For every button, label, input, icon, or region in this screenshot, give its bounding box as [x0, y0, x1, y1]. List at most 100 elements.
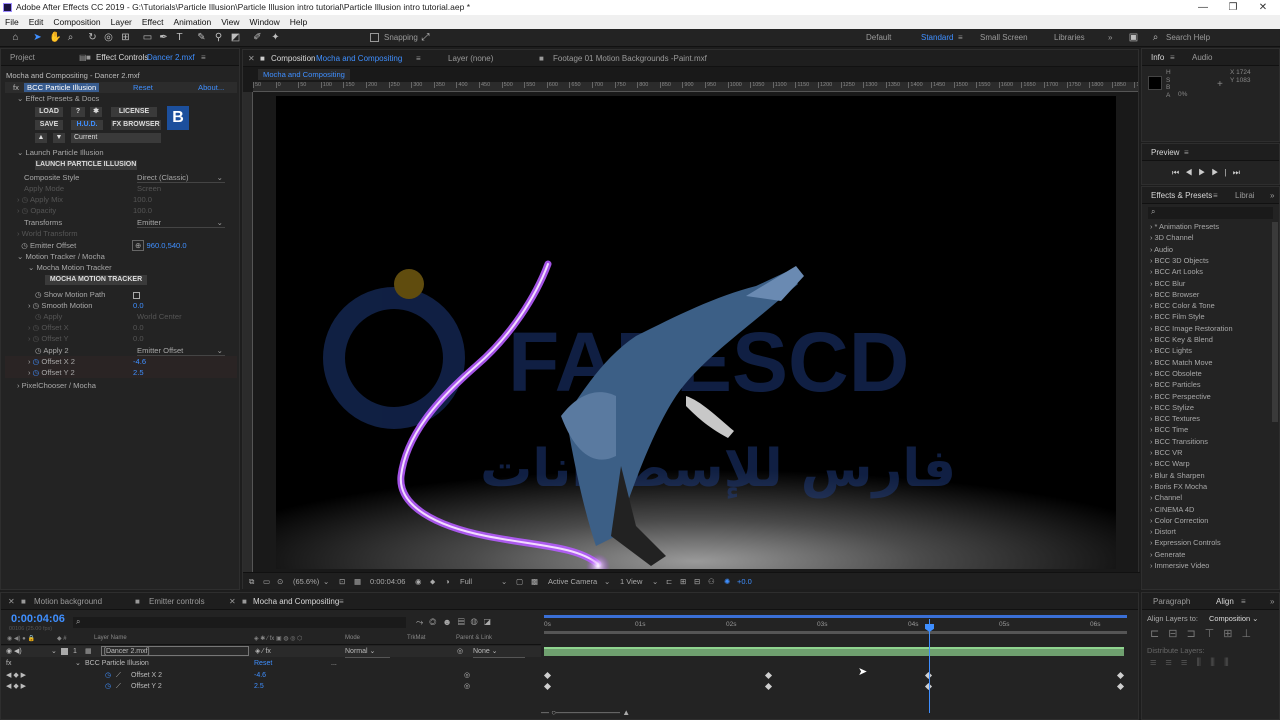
workspace-libraries[interactable]: Libraries — [1054, 33, 1085, 42]
help-button[interactable]: ? — [71, 107, 85, 117]
clone-stamp-tool-icon[interactable]: ⚲ — [213, 32, 224, 43]
snapping-checkbox[interactable] — [370, 33, 379, 42]
tab-effect-controls[interactable]: Effect Controls — [96, 53, 148, 62]
apply2-dropdown[interactable]: Emitter Offset ⌄ — [137, 345, 225, 356]
menu-view[interactable]: View — [221, 17, 239, 27]
launch-group[interactable]: ⌄ Launch Particle Illusion — [17, 147, 104, 158]
search-help-input[interactable]: Search Help — [1166, 33, 1210, 42]
layer-duration-bar[interactable] — [544, 647, 1124, 656]
parent-pickwhip-icon[interactable]: ◎ — [457, 646, 463, 657]
tab-composition-prefix[interactable]: Composition — [271, 54, 315, 63]
keyframe-nav-icon[interactable]: ◀ ◆ ▶ — [6, 681, 26, 692]
current-preset-field[interactable]: Current — [71, 133, 161, 143]
keyframe[interactable] — [1116, 682, 1125, 691]
fast-previews-icon[interactable]: ⊞ — [680, 573, 686, 590]
tab-libraries[interactable]: Librai — [1235, 191, 1255, 200]
keyframe[interactable] — [543, 671, 552, 680]
presets-group[interactable]: ⌄ Effect Presets & Docs — [17, 93, 99, 104]
menu-composition[interactable]: Composition — [53, 17, 100, 27]
align-bottom-icon[interactable]: ⊥ — [1241, 628, 1260, 640]
tab-align[interactable]: Align — [1216, 597, 1234, 606]
effects-category[interactable]: › Immersive Video — [1150, 561, 1209, 570]
tab-motion-background[interactable]: Motion background — [34, 597, 102, 606]
effects-category[interactable]: › BCC 3D Objects — [1150, 256, 1209, 265]
camera-dropdown[interactable]: Active Camera — [548, 573, 597, 590]
offset-y2-value[interactable]: 2.5 — [133, 367, 144, 378]
effect-reset-link[interactable]: Reset — [133, 82, 153, 93]
view-layout-dropdown[interactable]: 1 View — [620, 573, 642, 590]
menu-layer[interactable]: Layer — [111, 17, 132, 27]
region-of-interest-icon[interactable]: ▢ — [516, 573, 523, 590]
effect-about-link[interactable]: About... — [198, 82, 224, 93]
preset-down-button[interactable]: ▼ — [53, 133, 65, 143]
effects-category[interactable]: › BCC Film Style — [1150, 312, 1205, 321]
zoom-slider[interactable]: — ○———————— ▲ — [541, 708, 630, 717]
effects-category[interactable]: › BCC Key & Blend — [1150, 335, 1213, 344]
restore-button[interactable]: ❐ — [1218, 0, 1248, 15]
stopwatch-active-icon[interactable]: ◷ — [105, 670, 111, 681]
distribute-hcenter-icon[interactable]: ⦀ — [1210, 657, 1224, 669]
offset-x2-value[interactable]: -4.6 — [133, 356, 146, 367]
chevron-down-icon[interactable]: ⌄ — [604, 573, 610, 590]
tab-effect-controls-file[interactable]: Dancer 2.mxf — [147, 53, 195, 62]
shy-icon[interactable]: ☻ — [442, 617, 457, 627]
selection-tool-icon[interactable]: ➤ — [32, 32, 43, 43]
more-tabs-icon[interactable]: » — [1270, 191, 1274, 200]
pan-behind-tool-icon[interactable]: ⊞ — [120, 32, 131, 43]
more-workspaces-icon[interactable]: » — [1108, 33, 1112, 42]
label-color-swatch[interactable] — [61, 648, 68, 655]
tab-preview[interactable]: Preview — [1151, 148, 1179, 157]
roto-brush-tool-icon[interactable]: ✐ — [252, 32, 263, 43]
chevron-down-icon[interactable]: ⌄ — [652, 573, 658, 590]
tab-layer[interactable]: Layer (none) — [448, 54, 493, 63]
chevron-down-icon[interactable]: ⌄ — [501, 573, 507, 590]
keyframe[interactable] — [764, 671, 773, 680]
fx-icon[interactable]: fx — [6, 658, 11, 669]
effects-category[interactable]: › * Animation Presets — [1150, 222, 1219, 231]
keyframe[interactable] — [764, 682, 773, 691]
effects-category[interactable]: › BCC Time — [1150, 425, 1188, 434]
keyframe[interactable] — [1116, 671, 1125, 680]
expression-pickwhip-icon[interactable]: ◎ — [464, 681, 470, 692]
zoom-tool-icon[interactable]: ⌕ — [65, 32, 76, 43]
effects-category[interactable]: › BCC Lights — [1150, 346, 1192, 355]
home-icon[interactable]: ⌂ — [10, 32, 21, 43]
effects-category[interactable]: › Distort — [1150, 527, 1176, 536]
fx-browser-button[interactable]: FX BROWSER — [111, 120, 161, 130]
keyframe[interactable] — [543, 682, 552, 691]
effects-category[interactable]: › BCC Blur — [1150, 279, 1185, 288]
time-ruler[interactable]: 0s 01s 02s 03s 04s 05s 06s — [544, 621, 1129, 631]
effects-category[interactable]: › Color Correction — [1150, 516, 1208, 525]
effects-scrollbar[interactable] — [1272, 222, 1278, 422]
menu-animation[interactable]: Animation — [173, 17, 211, 27]
composition-canvas[interactable]: FARESCD فارس للإسطوانات — [276, 96, 1116, 569]
transforms-dropdown[interactable]: Emitter ⌄ — [137, 217, 225, 228]
panel-menu-icon[interactable]: ≡ — [1241, 597, 1246, 606]
effects-category[interactable]: › Blur & Sharpen — [1150, 471, 1205, 480]
eraser-tool-icon[interactable]: ◩ — [230, 32, 241, 43]
effects-category[interactable]: › BCC Perspective — [1150, 392, 1211, 401]
more-tabs-icon[interactable]: » — [1270, 597, 1274, 606]
search-icon[interactable]: ⌕ — [1150, 32, 1161, 43]
close-button[interactable]: ✕ — [1248, 0, 1278, 15]
panel-menu-icon[interactable]: ≡ — [1184, 148, 1189, 157]
exposure-icon[interactable]: ✺ — [724, 573, 730, 590]
effects-category[interactable]: › BCC Art Looks — [1150, 267, 1203, 276]
effects-category[interactable]: › Boris FX Mocha — [1150, 482, 1207, 491]
show-motion-path-checkbox[interactable] — [133, 292, 140, 299]
panel-menu-icon[interactable]: ≡ — [416, 54, 421, 63]
visibility-icon[interactable]: ◉ ◀) — [6, 646, 22, 657]
brush-tool-icon[interactable]: ✎ — [196, 32, 207, 43]
align-vcenter-icon[interactable]: ⊞ — [1223, 628, 1241, 640]
tab-mocha-compositing[interactable]: Mocha and Compositing — [253, 597, 339, 606]
align-hcenter-icon[interactable]: ⊟ — [1168, 628, 1186, 640]
panel-menu-icon[interactable]: ≡ — [201, 53, 206, 62]
timeline-current-time[interactable]: 0:00:04:06 — [11, 613, 65, 625]
graph-icon[interactable]: ⟋ — [116, 681, 121, 692]
minimize-button[interactable]: — — [1188, 0, 1218, 15]
toggle-pixel-aspect-icon[interactable]: ⊏ — [666, 573, 672, 590]
effects-category[interactable]: › BCC Textures — [1150, 414, 1200, 423]
workspace-default[interactable]: Default — [866, 33, 891, 42]
effects-category[interactable]: › Generate — [1150, 550, 1185, 559]
emitter-offset-value-text[interactable]: 960.0,540.0 — [147, 241, 187, 250]
